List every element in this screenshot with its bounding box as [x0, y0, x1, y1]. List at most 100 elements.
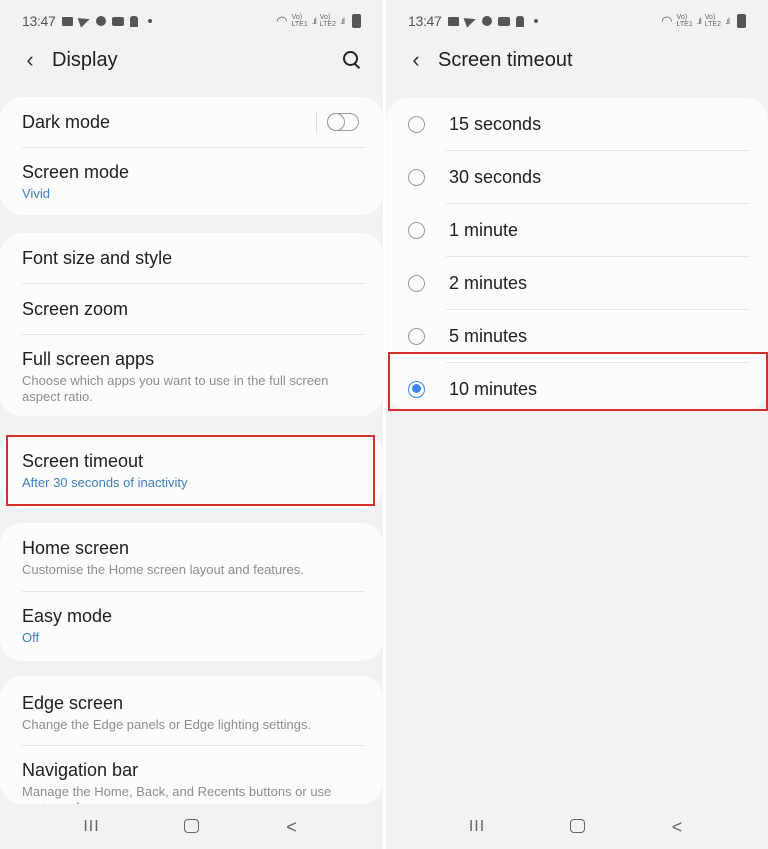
message-icon — [447, 16, 459, 26]
navigation-bar-item[interactable]: Navigation bar Manage the Home, Back, an… — [0, 746, 383, 804]
easy-mode-item[interactable]: Easy mode Off — [0, 592, 383, 646]
sim1-lte-label: LTE1 — [676, 21, 693, 28]
radio-unselected-icon[interactable] — [408, 274, 425, 292]
screen-mode-label: Screen mode — [22, 162, 130, 182]
navigation-bar-description: Manage the Home, Back, and Recents butto… — [22, 784, 332, 804]
full-screen-apps-description: Choose which apps you want to use in the… — [22, 373, 329, 404]
signal-bars-icon: .ıl — [724, 16, 730, 26]
home-icon — [569, 818, 585, 833]
signal-bars-icon: .ıl — [311, 16, 317, 26]
download-icon — [515, 15, 524, 27]
settings-group-timeout: Screen timeout After 30 seconds of inact… — [0, 432, 383, 508]
page-title: Display — [52, 48, 118, 71]
dark-mode-item[interactable]: Dark mode — [0, 97, 383, 147]
sim1-lte-label: LTE1 — [291, 21, 308, 28]
dark-mode-toggle[interactable] — [326, 112, 359, 131]
dark-mode-toggle-wrap — [316, 111, 359, 133]
search-button[interactable] — [341, 49, 363, 71]
timeout-option[interactable]: 10 minutes — [386, 363, 768, 410]
jio-icon — [95, 16, 106, 26]
timeout-option[interactable]: 15 seconds — [386, 98, 768, 150]
timeout-options-list: 15 seconds 30 seconds 1 minute 2 minutes 5 m… — [386, 98, 768, 410]
back-button[interactable]: ‹ — [20, 47, 40, 73]
sim1-volte-label: Vo) — [291, 14, 303, 21]
screen-timeout-screen: 13:47 ◠ Vo) LTE1 .ıl Vo) LTE2 .ıl ‹ Screen… — [386, 0, 768, 849]
status-bar: 13:47 ◠ Vo) LTE1 .ıl Vo) LTE2 .ıl — [408, 8, 746, 34]
sim2-lte-label: LTE2 — [319, 21, 336, 28]
timeout-option[interactable]: 5 minutes — [386, 310, 768, 362]
page-title: Screen timeout — [438, 48, 573, 71]
status-time: 13:47 — [22, 13, 56, 29]
radio-selected-icon[interactable] — [408, 380, 425, 398]
radio-unselected-icon[interactable] — [408, 327, 425, 345]
recents-button[interactable]: III — [42, 818, 142, 836]
edge-screen-item[interactable]: Edge screen Change the Edge panels or Ed… — [0, 676, 383, 745]
timeout-option[interactable]: 2 minutes — [386, 257, 768, 309]
screen-mode-value: Vivid — [22, 186, 50, 201]
battery-charging-icon — [737, 14, 746, 28]
home-button[interactable] — [527, 817, 627, 838]
back-nav-button[interactable]: < — [627, 817, 727, 838]
home-screen-item[interactable]: Home screen Customise the Home screen la… — [0, 523, 383, 591]
home-screen-description: Customise the Home screen layout and fea… — [22, 562, 304, 577]
wifi-icon: ◠ — [276, 13, 288, 28]
home-button[interactable] — [142, 817, 242, 838]
back-nav-button[interactable]: < — [242, 817, 342, 838]
radio-unselected-icon[interactable] — [408, 168, 425, 186]
dot-icon — [147, 19, 152, 23]
youtube-icon — [111, 16, 124, 26]
edge-screen-label: Edge screen — [22, 693, 124, 713]
timeout-option-label: 5 minutes — [449, 325, 528, 346]
settings-group-edge: Edge screen Change the Edge panels or Ed… — [0, 676, 383, 804]
font-size-style-item[interactable]: Font size and style — [0, 233, 383, 283]
radio-unselected-icon[interactable] — [408, 221, 425, 239]
timeout-option-label: 15 seconds — [449, 113, 542, 134]
wifi-icon: ◠ — [661, 13, 673, 28]
screen-zoom-item[interactable]: Screen zoom — [0, 284, 383, 334]
search-icon-handle — [354, 63, 361, 70]
easy-mode-value: Off — [22, 630, 40, 645]
app-bar: ‹ Screen timeout — [386, 40, 768, 80]
sim2-volte-label: Vo) — [704, 14, 716, 21]
settings-group-font: Font size and style Screen zoom Full scr… — [0, 233, 383, 416]
back-button[interactable]: ‹ — [406, 47, 426, 73]
download-icon — [129, 15, 138, 27]
home-icon — [184, 818, 199, 833]
settings-group-appearance: Dark mode Screen mode Vivid — [0, 97, 383, 215]
timeout-option-label: 2 minutes — [449, 272, 528, 293]
signal-bars-icon: .ıl — [339, 16, 345, 26]
volte-lte1-signal-icon: Vo) LTE1 — [677, 14, 693, 28]
app-bar: ‹ Display — [0, 40, 383, 80]
jio-icon — [481, 16, 492, 26]
timeout-option[interactable]: 30 seconds — [386, 151, 768, 203]
volte-lte2-signal-icon: Vo) LTE2 — [705, 14, 721, 28]
toggle-knob — [326, 112, 345, 131]
status-time: 13:47 — [408, 13, 442, 29]
status-bar: 13:47 ◠ Vo) LTE1 .ıl Vo) LTE2 .ıl — [22, 8, 361, 34]
back-icon: < — [671, 816, 683, 837]
screen-mode-item[interactable]: Screen mode Vivid — [0, 148, 383, 202]
timeout-option-label: 10 minutes — [449, 378, 538, 399]
vertical-separator — [316, 111, 317, 133]
system-navigation-bar: III < — [386, 805, 768, 849]
message-icon — [61, 16, 73, 26]
display-settings-screen: 13:47 ◠ Vo) LTE1 .ıl Vo) LTE2 .ıl ‹ Displa… — [0, 0, 383, 849]
signal-bars-icon: .ıl — [696, 16, 702, 26]
recents-icon: III — [83, 818, 100, 835]
timeout-option[interactable]: 1 minute — [386, 204, 768, 256]
edge-screen-description: Change the Edge panels or Edge lighting … — [22, 717, 312, 732]
timeout-option-label: 30 seconds — [449, 166, 542, 187]
sim1-volte-label: Vo) — [676, 14, 688, 21]
screen-timeout-label: Screen timeout — [22, 451, 144, 471]
youtube-icon — [497, 16, 510, 26]
system-navigation-bar: III < — [0, 805, 383, 849]
volte-lte2-signal-icon: Vo) LTE2 — [320, 14, 336, 28]
full-screen-apps-item[interactable]: Full screen apps Choose which apps you w… — [0, 335, 383, 405]
screen-timeout-item[interactable]: Screen timeout After 30 seconds of inact… — [0, 432, 383, 491]
recents-button[interactable]: III — [427, 818, 527, 836]
radio-unselected-icon[interactable] — [408, 115, 425, 133]
dark-mode-label: Dark mode — [22, 111, 111, 132]
back-icon: < — [286, 816, 297, 837]
font-size-style-label: Font size and style — [22, 247, 173, 268]
dot-icon — [533, 19, 538, 23]
